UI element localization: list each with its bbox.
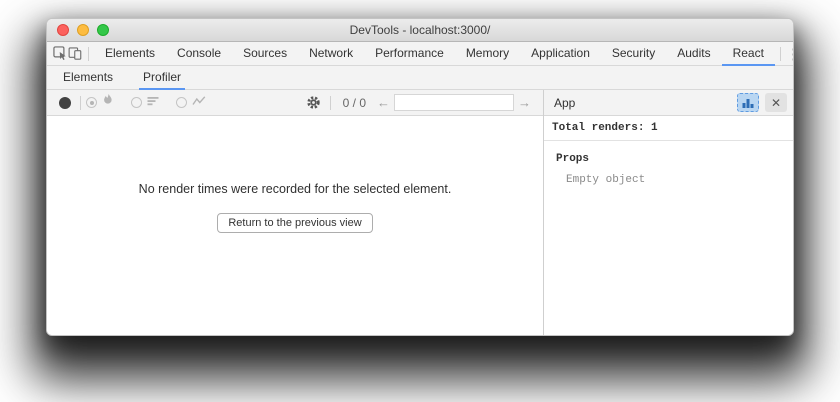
return-previous-view-button[interactable]: Return to the previous view [217,213,372,233]
profiler-empty-state: No render times were recorded for the se… [47,116,543,335]
record-icon[interactable] [59,97,71,109]
react-subtabbar: Elements Profiler [47,66,793,90]
tab-audits[interactable]: Audits [666,43,721,66]
chart-option-ranked[interactable] [131,94,160,112]
inspect-element-icon[interactable] [53,43,68,65]
tab-application[interactable]: Application [520,43,601,66]
divider [88,47,89,61]
next-snapshot-icon[interactable]: → [514,95,535,110]
flamegraph-radio[interactable] [86,97,97,108]
selected-component-name: App [554,96,737,110]
chart-option-interactions[interactable] [176,94,206,112]
flame-icon [102,93,115,112]
tab-network[interactable]: Network [298,43,364,66]
close-window-button[interactable] [57,24,69,36]
divider [80,96,81,110]
empty-state-message: No render times were recorded for the se… [139,182,452,196]
tab-performance[interactable]: Performance [364,43,455,66]
zoom-window-button[interactable] [97,24,109,36]
tab-react[interactable]: React [722,43,775,66]
titlebar: DevTools - localhost:3000/ [47,19,793,42]
props-value: Empty object [552,174,785,186]
details-panel: App ✕ Total renders: 1 Props Empty objec… [543,90,793,335]
snapshot-counter: 0 / 0 [343,96,366,110]
divider [780,47,781,61]
device-toolbar-icon[interactable] [68,43,83,65]
tab-elements[interactable]: Elements [94,43,166,66]
details-panel-body: Total renders: 1 Props Empty object [544,116,793,335]
window-title: DevTools - localhost:3000/ [350,23,491,37]
devtools-tabbar: Elements Console Sources Network Perform… [47,42,793,66]
profiler-search-input[interactable] [394,94,514,111]
tab-sources[interactable]: Sources [232,43,298,66]
ranked-radio[interactable] [131,97,142,108]
profiler-toolbar: 0 / 0 ← → [47,90,543,116]
prev-snapshot-icon[interactable]: ← [373,95,394,110]
tab-console[interactable]: Console [166,43,232,66]
render-history-chart-icon[interactable] [737,93,759,112]
close-panel-icon[interactable]: ✕ [765,93,787,112]
tab-memory[interactable]: Memory [455,43,520,66]
subtab-elements[interactable]: Elements [59,67,117,90]
overflow-menu-icon[interactable]: ⋮ [786,45,794,63]
interactions-radio[interactable] [176,97,187,108]
minimize-window-button[interactable] [77,24,89,36]
subtab-profiler[interactable]: Profiler [139,67,185,90]
devtools-window: DevTools - localhost:3000/ Elements Cons… [46,18,794,336]
tab-security[interactable]: Security [601,43,666,66]
total-renders: Total renders: 1 [544,116,793,141]
interactions-zigzag-icon [192,94,206,112]
settings-gear-icon[interactable] [303,92,325,114]
traffic-lights [57,24,109,36]
props-label: Props [552,153,785,165]
ranked-bars-icon [147,94,160,112]
divider [330,96,331,110]
details-panel-header: App ✕ [544,90,793,116]
chart-option-flamegraph[interactable] [86,93,115,112]
